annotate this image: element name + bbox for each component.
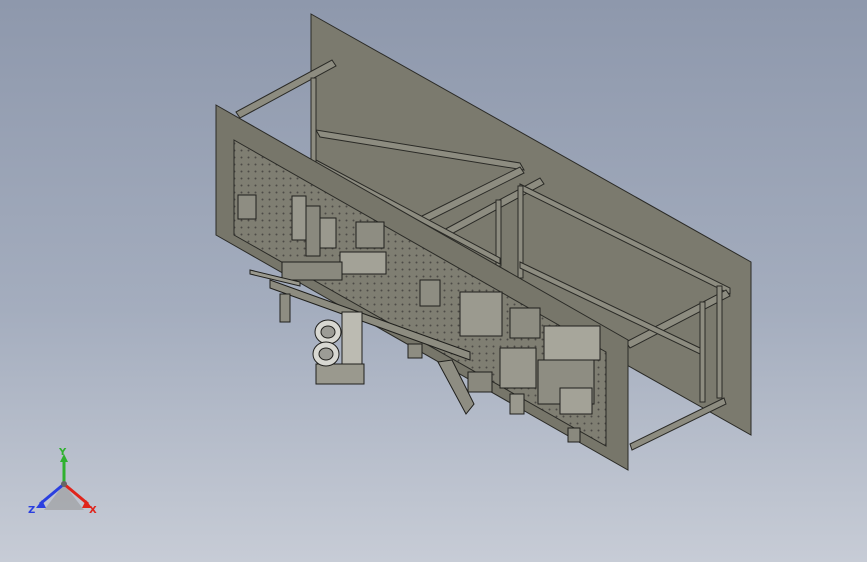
cad-model[interactable] [0,0,867,562]
orientation-triad: Y Z X [26,448,106,524]
z-axis-label: Z [28,505,36,516]
graphics-viewport[interactable]: Y Z X [0,0,867,562]
spool-unit[interactable] [312,311,365,385]
y-axis-label: Y [59,447,67,458]
x-axis-label: X [89,505,97,516]
